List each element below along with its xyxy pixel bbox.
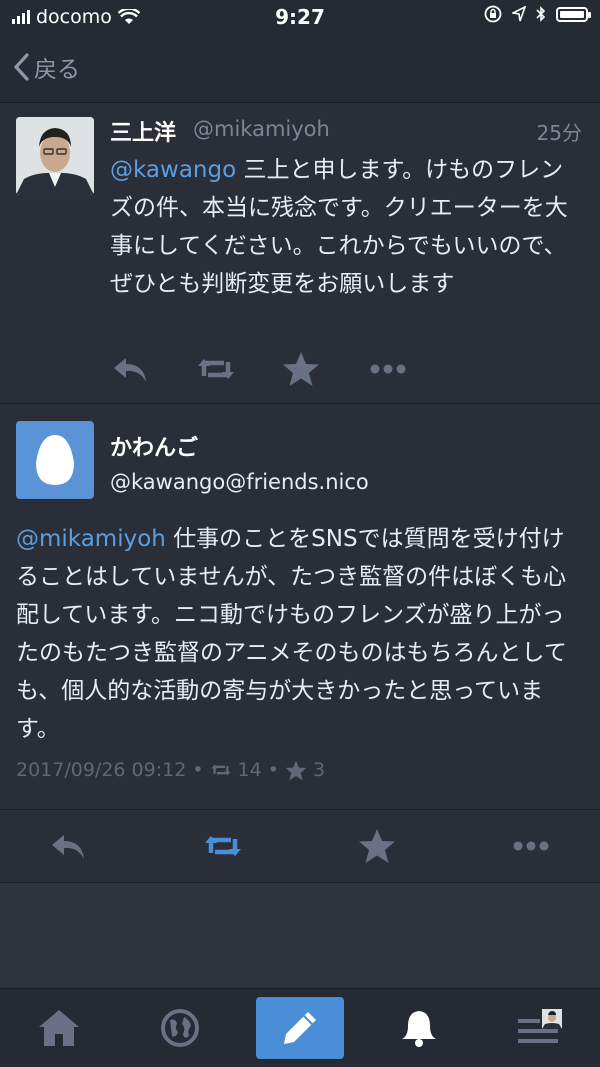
reply-icon — [52, 835, 84, 859]
relative-time: 25分 — [536, 121, 582, 145]
bell-icon — [402, 1011, 436, 1047]
back-button[interactable]: 戻る — [12, 50, 80, 84]
bluetooth-icon — [536, 6, 546, 22]
globe-icon — [161, 1009, 199, 1047]
favourite-button[interactable] — [281, 349, 321, 389]
favourite-icon — [359, 829, 395, 863]
status-text: 仕事のことをSNSでは質問を受け付けることはしていませんが、たつき監督の件はぼく… — [16, 526, 567, 742]
nav-bar: 戻る — [0, 34, 600, 103]
username[interactable]: @kawango@friends.nico — [110, 470, 369, 494]
fav-count[interactable]: 3 — [313, 759, 325, 781]
status-content: @mikamiyoh 仕事のことをSNSでは質問を受け付けることはしていませんが… — [16, 520, 586, 748]
lock-rotation-icon — [484, 5, 502, 23]
reply-icon — [114, 358, 146, 382]
battery-icon — [556, 6, 591, 22]
display-name[interactable]: 三上洋 — [110, 115, 176, 147]
tab-compose[interactable] — [256, 997, 344, 1059]
status-datetime[interactable]: 2017/09/26 09:12 — [16, 759, 186, 781]
more-button[interactable] — [368, 349, 408, 389]
boost-button[interactable] — [196, 349, 236, 389]
status-card-reply[interactable]: 三上洋 @mikamiyoh 25分 @kawango 三上と申します。けものフ… — [0, 103, 600, 404]
meta-separator: • — [192, 759, 204, 781]
avatar[interactable] — [16, 421, 94, 499]
boost-icon — [198, 359, 234, 379]
more-icon — [513, 841, 549, 851]
tab-home[interactable] — [15, 997, 103, 1059]
mention-link[interactable]: @kawango — [110, 157, 236, 183]
status-detail: かわんご @kawango@friends.nico @mikamiyoh 仕事… — [0, 404, 600, 810]
boost-count[interactable]: 14 — [238, 759, 262, 781]
meta-separator: • — [267, 759, 279, 781]
status-meta: 2017/09/26 09:12 • 14 • 3 — [16, 759, 325, 781]
avatar[interactable] — [16, 117, 94, 195]
favourite-icon — [285, 760, 307, 780]
mention-link[interactable]: @mikamiyoh — [16, 526, 166, 552]
menu-icon — [518, 1009, 562, 1043]
tab-bar — [0, 988, 600, 1067]
display-name[interactable]: かわんご — [110, 430, 198, 462]
back-chevron-icon — [13, 53, 29, 81]
compose-icon — [284, 1012, 316, 1044]
tab-public[interactable] — [136, 997, 224, 1059]
tab-menu[interactable] — [496, 997, 584, 1059]
boost-button[interactable] — [203, 826, 243, 866]
boost-icon — [210, 764, 231, 776]
boost-icon — [205, 836, 241, 856]
favourite-icon — [283, 352, 319, 386]
detail-actions — [0, 810, 600, 883]
username[interactable]: @mikamiyoh — [193, 117, 330, 141]
more-button[interactable] — [511, 826, 551, 866]
reply-button[interactable] — [48, 826, 88, 866]
reply-button[interactable] — [110, 349, 150, 389]
status-content: @kawango 三上と申します。けものフレンズの件、本当に残念です。クリエータ… — [110, 151, 585, 303]
home-icon — [39, 1010, 79, 1046]
location-icon — [512, 6, 526, 22]
tab-notifications[interactable] — [375, 997, 463, 1059]
back-label: 戻る — [34, 57, 80, 83]
status-bar: docomo 9:27 — [0, 0, 600, 34]
more-icon — [370, 364, 406, 374]
empty-area — [0, 883, 600, 987]
favourite-button[interactable] — [357, 826, 397, 866]
status-actions — [110, 349, 410, 389]
